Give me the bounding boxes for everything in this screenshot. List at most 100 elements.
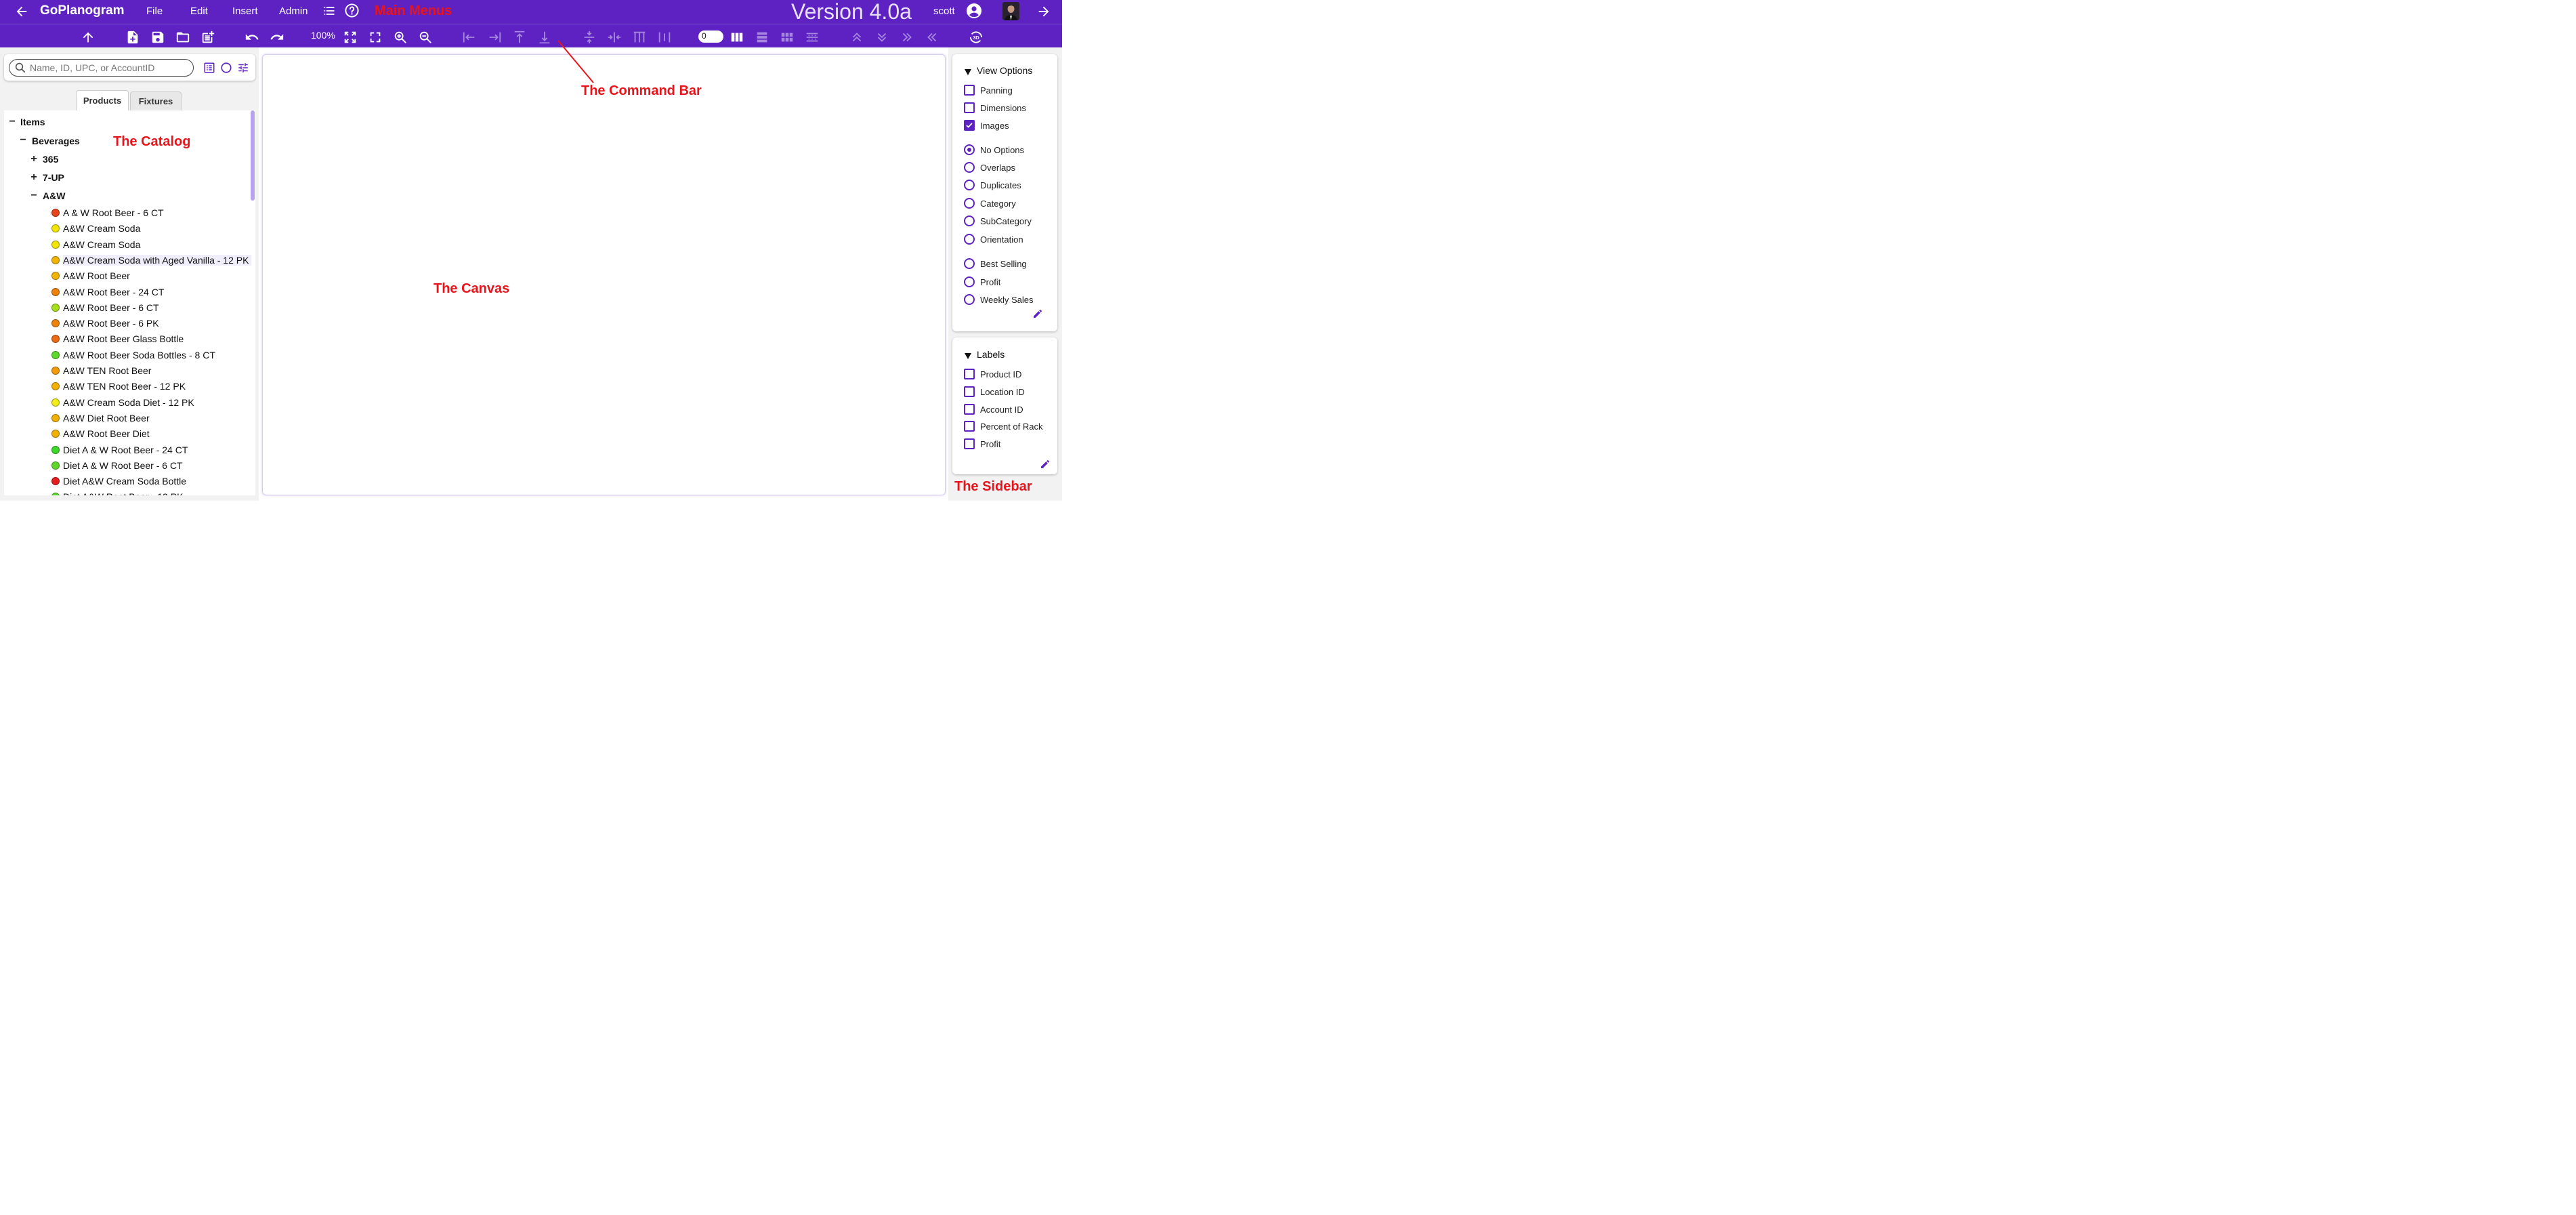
- align-bottom-icon[interactable]: [537, 30, 552, 45]
- collapse-toggle-beverages[interactable]: −: [19, 135, 27, 146]
- product-item[interactable]: A&W Root Beer Diet: [63, 428, 150, 439]
- edit-pencil-icon[interactable]: [1040, 459, 1051, 470]
- distribute-vertical-icon[interactable]: [657, 30, 672, 45]
- checkbox[interactable]: [964, 438, 975, 449]
- distribute-horizontal-icon[interactable]: [632, 30, 647, 45]
- new-file-icon[interactable]: [125, 30, 140, 45]
- avatar[interactable]: [1002, 2, 1019, 20]
- radio-button[interactable]: [964, 215, 975, 226]
- zoom-in-icon[interactable]: [393, 30, 408, 45]
- menu-insert[interactable]: Insert: [232, 5, 258, 17]
- product-item[interactable]: Diet A&W Cream Soda Bottle: [63, 476, 186, 487]
- radio-button[interactable]: [964, 180, 975, 190]
- product-item[interactable]: A&W Cream Soda: [63, 239, 140, 250]
- fit-screen-icon[interactable]: [343, 30, 358, 45]
- filter-settings-icon[interactable]: [237, 62, 249, 74]
- radio-button[interactable]: [964, 276, 975, 287]
- redo-icon[interactable]: [270, 30, 284, 45]
- align-right-icon[interactable]: [487, 30, 502, 45]
- tree-node-365[interactable]: 365: [43, 154, 58, 165]
- product-item[interactable]: A&W Root Beer - 24 CT: [63, 287, 164, 297]
- search-card: [4, 54, 255, 81]
- product-item[interactable]: A&W Root Beer Soda Bottles - 8 CT: [63, 350, 215, 361]
- grid-view-icon[interactable]: [780, 30, 795, 45]
- collapse-toggle-aw[interactable]: −: [30, 190, 38, 201]
- circle-icon[interactable]: [220, 62, 232, 74]
- open-folder-icon[interactable]: [175, 30, 190, 45]
- radio-button[interactable]: [964, 234, 975, 245]
- product-item[interactable]: A&W TEN Root Beer - 12 PK: [63, 381, 186, 392]
- radio-button[interactable]: [964, 258, 975, 269]
- tab-products[interactable]: Products: [76, 90, 129, 110]
- move-up-icon[interactable]: [81, 30, 96, 45]
- list-icon[interactable]: [322, 4, 336, 18]
- radio-button[interactable]: [964, 294, 975, 305]
- product-item[interactable]: A&W Root Beer: [63, 270, 130, 281]
- catalog-scrollbar[interactable]: [251, 110, 255, 201]
- product-item[interactable]: A&W Root Beer - 6 PK: [63, 318, 159, 329]
- rows-view-icon[interactable]: [755, 30, 769, 45]
- product-item[interactable]: A&W TEN Root Beer: [63, 365, 151, 376]
- product-item[interactable]: A&W Cream Soda with Aged Vanilla - 12 PK: [63, 254, 252, 266]
- account-icon[interactable]: [966, 3, 982, 19]
- tab-fixtures[interactable]: Fixtures: [130, 91, 182, 110]
- checkbox[interactable]: [964, 120, 975, 131]
- product-item[interactable]: Diet A & W Root Beer - 24 CT: [63, 445, 188, 455]
- fullscreen-icon[interactable]: [368, 30, 383, 45]
- edit-pencil-icon[interactable]: [1032, 308, 1043, 319]
- radio-button[interactable]: [964, 198, 975, 209]
- menu-edit[interactable]: Edit: [190, 5, 208, 17]
- radio-button[interactable]: [964, 144, 975, 155]
- product-color-dot: [51, 350, 60, 359]
- save-icon[interactable]: [150, 30, 165, 45]
- counter-toggle[interactable]: 0: [698, 30, 723, 43]
- help-icon[interactable]: [344, 3, 360, 18]
- list-view-icon[interactable]: [203, 62, 215, 74]
- tree-node-items[interactable]: Items: [20, 117, 45, 127]
- align-left-icon[interactable]: [462, 30, 477, 45]
- add-note-icon[interactable]: [200, 30, 215, 45]
- username[interactable]: scott: [933, 5, 955, 17]
- expand-toggle-7up[interactable]: +: [30, 172, 38, 183]
- menu-file[interactable]: File: [146, 5, 163, 17]
- menu-admin[interactable]: Admin: [279, 5, 308, 17]
- radio-button[interactable]: [964, 162, 975, 173]
- 3d-rotate-icon[interactable]: 3D: [969, 30, 984, 45]
- forward-arrow-icon[interactable]: [1036, 4, 1051, 19]
- collapse-triangle-icon[interactable]: [965, 350, 971, 359]
- product-item[interactable]: A&W Cream Soda: [63, 223, 140, 234]
- collapse-toggle-items[interactable]: −: [8, 117, 16, 127]
- tree-node-7up[interactable]: 7-UP: [43, 172, 64, 183]
- product-item[interactable]: Diet A & W Root Beer - 6 CT: [63, 460, 183, 471]
- product-item[interactable]: A&W Cream Soda Diet - 12 PK: [63, 397, 194, 408]
- checkbox[interactable]: [964, 421, 975, 432]
- collapse-triangle-icon[interactable]: [965, 66, 971, 75]
- search-field[interactable]: [9, 59, 194, 77]
- checkbox[interactable]: [964, 102, 975, 113]
- product-item[interactable]: A&W Root Beer - 6 CT: [63, 302, 159, 313]
- product-item[interactable]: A&W Diet Root Beer: [63, 413, 150, 424]
- checkbox[interactable]: [964, 404, 975, 415]
- product-item[interactable]: Diet A&W Root Beer - 12 PK: [63, 491, 183, 495]
- back-arrow-icon[interactable]: [14, 4, 29, 19]
- align-top-icon[interactable]: [512, 30, 527, 45]
- tree-node-beverages[interactable]: Beverages: [32, 136, 80, 146]
- tree-node-aw[interactable]: A&W: [43, 190, 65, 201]
- double-down-icon[interactable]: [874, 30, 889, 45]
- planogram-canvas[interactable]: [262, 54, 946, 495]
- undo-icon[interactable]: [245, 30, 259, 45]
- columns-view-icon[interactable]: [730, 30, 744, 45]
- expand-toggle-365[interactable]: +: [30, 154, 38, 165]
- center-horizontal-icon[interactable]: [607, 30, 622, 45]
- double-right-icon[interactable]: [900, 30, 914, 45]
- product-item[interactable]: A&W Root Beer Glass Bottle: [63, 333, 184, 344]
- zoom-out-icon[interactable]: [418, 30, 433, 45]
- shelf-view-icon[interactable]: [805, 30, 820, 45]
- checkbox[interactable]: [964, 85, 975, 96]
- search-input[interactable]: [30, 62, 189, 74]
- double-up-icon[interactable]: [849, 30, 864, 45]
- checkbox[interactable]: [964, 386, 975, 397]
- product-item[interactable]: A & W Root Beer - 6 CT: [63, 207, 164, 218]
- checkbox[interactable]: [964, 369, 975, 379]
- double-left-icon[interactable]: [925, 30, 939, 45]
